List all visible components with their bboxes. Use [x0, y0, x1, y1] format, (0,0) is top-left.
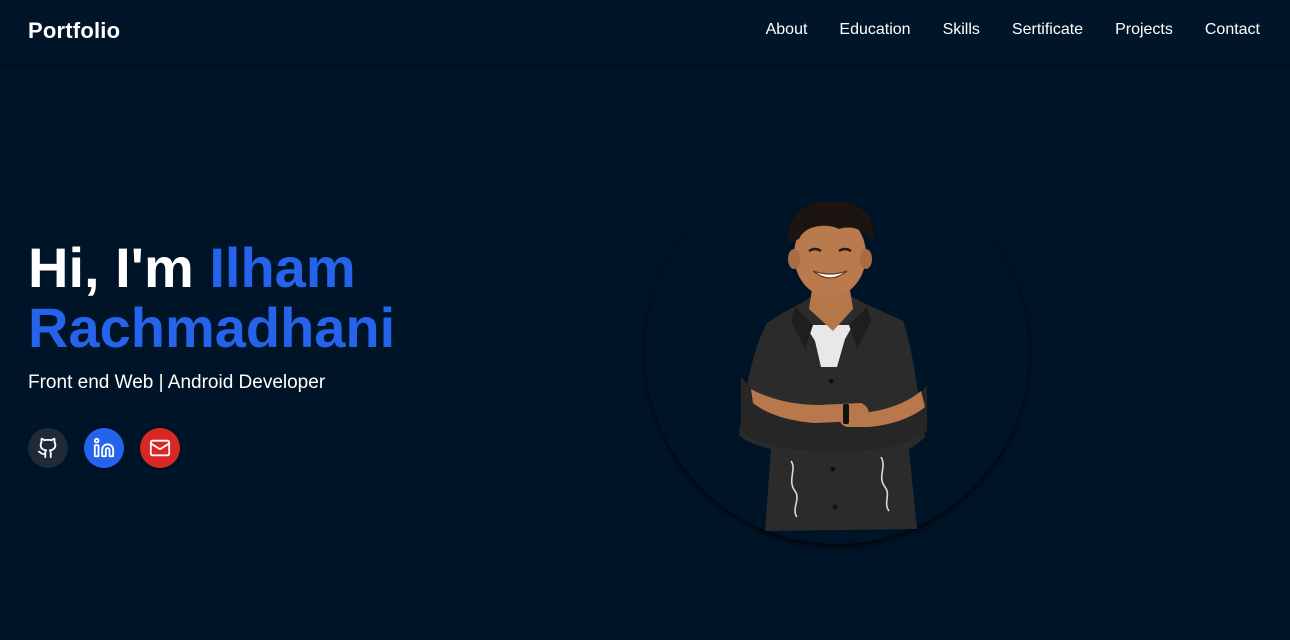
navbar: Portfolio About Education Skills Sertifi… [0, 0, 1290, 64]
github-icon [37, 437, 57, 459]
mail-icon [149, 439, 171, 457]
nav-item-skills: Skills [943, 21, 980, 39]
nav-link-projects[interactable]: Projects [1115, 21, 1173, 38]
hero-subtitle: Front end Web | Android Developer [28, 372, 326, 393]
hero-greeting: Hi, I'm [28, 236, 210, 299]
mail-link[interactable] [140, 428, 180, 468]
nav-item-projects: Projects [1115, 21, 1173, 39]
nav-link-education[interactable]: Education [839, 21, 910, 38]
social-links [28, 428, 588, 468]
nav-link-contact[interactable]: Contact [1205, 21, 1260, 38]
nav-menu: About Education Skills Sertificate Proje… [766, 21, 1260, 39]
nav-link-sertificate[interactable]: Sertificate [1012, 21, 1083, 38]
nav-link-about[interactable]: About [766, 21, 808, 38]
profile-photo [739, 201, 927, 531]
nav-item-sertificate: Sertificate [1012, 21, 1083, 39]
brand-link[interactable]: Portfolio [28, 18, 120, 44]
hero-intro: Hi, I'm Ilham Rachmadhani Front end Web … [28, 238, 588, 468]
nav-link-skills[interactable]: Skills [943, 21, 980, 38]
linkedin-icon [93, 437, 115, 458]
nav-item-about: About [766, 21, 808, 39]
nav-item-education: Education [839, 21, 910, 39]
github-link[interactable] [28, 428, 68, 468]
linkedin-link[interactable] [84, 428, 124, 468]
nav-item-contact: Contact [1205, 21, 1260, 39]
hero-title: Hi, I'm Ilham Rachmadhani [28, 238, 588, 358]
